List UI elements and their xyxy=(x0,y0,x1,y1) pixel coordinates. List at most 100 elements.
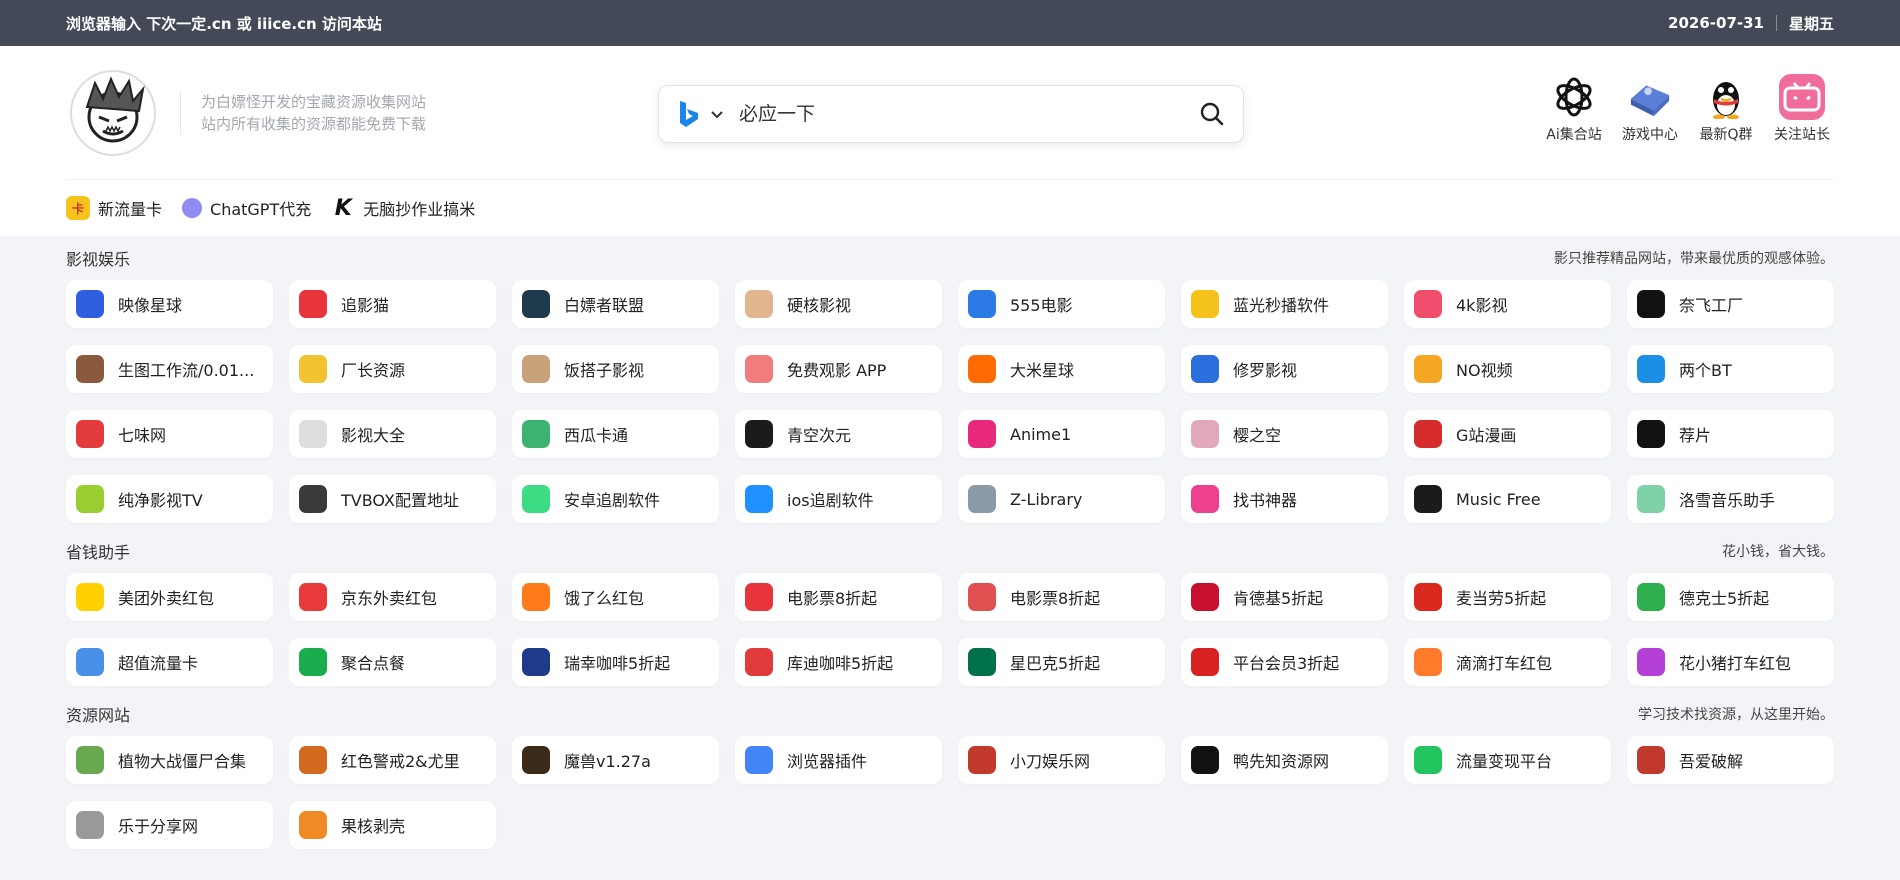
promo-homework[interactable]: K 无脑抄作业搞米 xyxy=(331,196,476,221)
site-link-card[interactable]: 厂长资源 xyxy=(289,345,496,393)
site-tagline: 为白嫖怪开发的宝藏资源收集网站 站内所有收集的资源都能免费下载 xyxy=(180,90,426,135)
site-link-card[interactable]: 乐于分享网 xyxy=(66,801,273,849)
site-logo-icon xyxy=(1637,290,1665,318)
site-link-card[interactable]: 流量变现平台 xyxy=(1404,736,1611,784)
site-logo-icon xyxy=(1414,648,1442,676)
site-logo-icon xyxy=(1191,485,1219,513)
site-link-card[interactable]: 星巴克5折起 xyxy=(958,638,1165,686)
site-link-card[interactable]: 植物大战僵尸合集 xyxy=(66,736,273,784)
site-link-card[interactable]: 鸭先知资源网 xyxy=(1181,736,1388,784)
site-link-card[interactable]: 555电影 xyxy=(958,280,1165,328)
site-link-card[interactable]: 超值流量卡 xyxy=(66,638,273,686)
site-link-card[interactable]: 两个BT xyxy=(1627,345,1834,393)
section-header: 资源网站 学习技术找资源，从这里开始。 xyxy=(66,692,1834,736)
site-link-card[interactable]: G站漫画 xyxy=(1404,410,1611,458)
quick-link-follow[interactable]: 关注站长 xyxy=(1770,74,1834,144)
site-link-card[interactable]: 硬核影视 xyxy=(735,280,942,328)
site-link-card[interactable]: 小刀娱乐网 xyxy=(958,736,1165,784)
site-link-card[interactable]: 聚合点餐 xyxy=(289,638,496,686)
site-link-card[interactable]: 修罗影视 xyxy=(1181,345,1388,393)
site-link-label: 奈飞工厂 xyxy=(1679,296,1744,315)
site-link-card[interactable]: 美团外卖红包 xyxy=(66,573,273,621)
site-link-card[interactable]: Anime1 xyxy=(958,410,1165,458)
site-link-card[interactable]: 追影猫 xyxy=(289,280,496,328)
site-link-card[interactable]: 免费观影 APP xyxy=(735,345,942,393)
site-logo-icon xyxy=(1414,746,1442,774)
site-logo-icon xyxy=(76,290,104,318)
site-link-card[interactable]: 樱之空 xyxy=(1181,410,1388,458)
quick-link-games[interactable]: 游戏中心 xyxy=(1618,74,1682,144)
header: 为白嫖怪开发的宝藏资源收集网站 站内所有收集的资源都能免费下载 必应一下 Ai集… xyxy=(0,46,1900,236)
site-link-card[interactable]: 找书神器 xyxy=(1181,475,1388,523)
bing-icon xyxy=(680,101,698,127)
site-link-card[interactable]: 吾爱破解 xyxy=(1627,736,1834,784)
site-logo-icon xyxy=(522,355,550,383)
site-logo-icon xyxy=(745,583,773,611)
site-link-card[interactable]: 瑞幸咖啡5折起 xyxy=(512,638,719,686)
site-link-card[interactable]: 麦当劳5折起 xyxy=(1404,573,1611,621)
site-link-card[interactable]: 青空次元 xyxy=(735,410,942,458)
search-engine-selector[interactable] xyxy=(677,100,725,128)
site-link-card[interactable]: TVBOX配置地址 xyxy=(289,475,496,523)
site-link-label: NO视频 xyxy=(1456,361,1513,380)
site-link-card[interactable]: 花小猪打车红包 xyxy=(1627,638,1834,686)
site-link-card[interactable]: 大米星球 xyxy=(958,345,1165,393)
site-link-card[interactable]: 德克士5折起 xyxy=(1627,573,1834,621)
site-link-card[interactable]: ios追剧软件 xyxy=(735,475,942,523)
site-link-card[interactable]: 电影票8折起 xyxy=(735,573,942,621)
site-link-label: 修罗影视 xyxy=(1233,361,1298,380)
site-link-card[interactable]: 纯净影视TV xyxy=(66,475,273,523)
promo-sim-card[interactable]: 卡 新流量卡 xyxy=(66,196,162,220)
openai-icon xyxy=(1551,74,1597,120)
site-logo-icon xyxy=(1637,583,1665,611)
site-link-card[interactable]: 洛雪音乐助手 xyxy=(1627,475,1834,523)
site-logo-icon xyxy=(745,746,773,774)
site-link-card[interactable]: 生图工作流/0.01... xyxy=(66,345,273,393)
site-link-card[interactable]: 安卓追剧软件 xyxy=(512,475,719,523)
site-link-card[interactable]: 京东外卖红包 xyxy=(289,573,496,621)
search-icon[interactable] xyxy=(1199,101,1225,127)
site-link-card[interactable]: 荐片 xyxy=(1627,410,1834,458)
site-link-card[interactable]: NO视频 xyxy=(1404,345,1611,393)
site-logo-icon xyxy=(299,648,327,676)
site-logo[interactable] xyxy=(70,69,156,156)
chevron-down-icon xyxy=(711,111,723,119)
site-link-label: 乐于分享网 xyxy=(118,817,199,836)
site-link-card[interactable]: 肯德基5折起 xyxy=(1181,573,1388,621)
site-link-card[interactable]: 白嫖者联盟 xyxy=(512,280,719,328)
site-link-card[interactable]: 4k影视 xyxy=(1404,280,1611,328)
site-link-card[interactable]: Z-Library xyxy=(958,475,1165,523)
site-link-card[interactable]: 电影票8折起 xyxy=(958,573,1165,621)
quick-link-qq-group[interactable]: 最新Q群 xyxy=(1694,74,1758,144)
site-logo-icon xyxy=(745,355,773,383)
site-link-card[interactable]: 浏览器插件 xyxy=(735,736,942,784)
site-link-card[interactable]: 西瓜卡通 xyxy=(512,410,719,458)
site-link-card[interactable]: 魔兽v1.27a xyxy=(512,736,719,784)
search-input[interactable] xyxy=(739,103,1199,125)
site-link-card[interactable]: 红色警戒2&尤里 xyxy=(289,736,496,784)
site-link-card[interactable]: 平台会员3折起 xyxy=(1181,638,1388,686)
site-link-label: 樱之空 xyxy=(1233,426,1282,445)
site-link-label: 超值流量卡 xyxy=(118,654,199,673)
site-link-card[interactable]: 饿了么红包 xyxy=(512,573,719,621)
site-notice: 浏览器输入 下次一定.cn 或 iiice.cn 访问本站 xyxy=(66,14,382,33)
site-link-card[interactable]: 七味网 xyxy=(66,410,273,458)
site-link-card[interactable]: 滴滴打车红包 xyxy=(1404,638,1611,686)
site-link-card[interactable]: 饭搭子影视 xyxy=(512,345,719,393)
site-link-card[interactable]: 库迪咖啡5折起 xyxy=(735,638,942,686)
site-logo-icon xyxy=(522,485,550,513)
promo-chatgpt[interactable]: ChatGPT代充 xyxy=(182,196,311,220)
site-logo-icon xyxy=(522,648,550,676)
site-link-card[interactable]: 蓝光秒播软件 xyxy=(1181,280,1388,328)
site-link-card[interactable]: 映像星球 xyxy=(66,280,273,328)
site-logo-icon xyxy=(1191,420,1219,448)
site-link-card[interactable]: 果核剥壳 xyxy=(289,801,496,849)
site-link-card[interactable]: 奈飞工厂 xyxy=(1627,280,1834,328)
quick-link-ai[interactable]: Ai集合站 xyxy=(1542,74,1606,144)
site-link-card[interactable]: 影视大全 xyxy=(289,410,496,458)
divider xyxy=(1775,15,1777,31)
mascot-logo-icon xyxy=(85,75,145,142)
site-link-card[interactable]: Music Free xyxy=(1404,475,1611,523)
section-title: 资源网站 xyxy=(66,706,131,725)
site-link-label: 星巴克5折起 xyxy=(1010,654,1101,673)
